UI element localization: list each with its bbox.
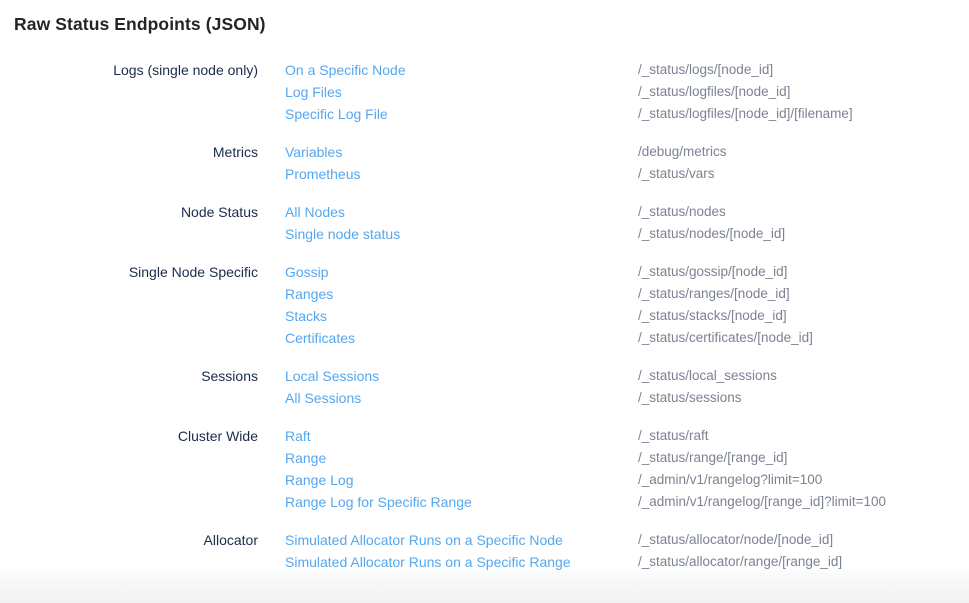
endpoint-group: Single Node Specific Gossip/_status/gossi… (0, 261, 969, 349)
endpoint-link[interactable]: Log Files (285, 81, 638, 103)
endpoint-path: /_status/ranges/[node_id] (638, 283, 790, 305)
category-label: Logs (single node only) (0, 59, 258, 125)
endpoint-link[interactable]: Single node status (285, 223, 638, 245)
endpoint-row: Stacks/_status/stacks/[node_id] (285, 305, 969, 327)
endpoint-row: Range Log for Specific Range/_admin/v1/r… (285, 491, 969, 513)
endpoint-rows: Variables/debug/metricsPrometheus/_statu… (285, 141, 969, 185)
category-label: Metrics (0, 141, 258, 185)
endpoint-row: Gossip/_status/gossip/[node_id] (285, 261, 969, 283)
endpoint-row: Certificates/_status/certificates/[node_… (285, 327, 969, 349)
category-label: Sessions (0, 365, 258, 409)
endpoint-path: /_status/stacks/[node_id] (638, 305, 787, 327)
endpoint-group: Cluster Wide Raft/_status/raftRange/_stat… (0, 425, 969, 513)
endpoint-link[interactable]: All Sessions (285, 387, 638, 409)
endpoint-row: All Nodes/_status/nodes (285, 201, 969, 223)
endpoint-path: /_status/local_sessions (638, 365, 777, 387)
endpoint-row: Log Files/_status/logfiles/[node_id] (285, 81, 969, 103)
endpoint-path: /_status/raft (638, 425, 709, 447)
endpoint-row: Specific Log File/_status/logfiles/[node… (285, 103, 969, 125)
endpoint-row: Range Log/_admin/v1/rangelog?limit=100 (285, 469, 969, 491)
endpoint-rows: Simulated Allocator Runs on a Specific N… (285, 529, 969, 573)
endpoint-row: Variables/debug/metrics (285, 141, 969, 163)
endpoint-link[interactable]: Range Log for Specific Range (285, 491, 638, 513)
endpoint-row: On a Specific Node/_status/logs/[node_id… (285, 59, 969, 81)
endpoint-path: /_status/certificates/[node_id] (638, 327, 813, 349)
endpoint-rows: Local Sessions/_status/local_sessionsAll… (285, 365, 969, 409)
endpoint-row: All Sessions/_status/sessions (285, 387, 969, 409)
page-title: Raw Status Endpoints (JSON) (14, 14, 969, 35)
endpoint-path: /debug/metrics (638, 141, 727, 163)
endpoint-link[interactable]: Simulated Allocator Runs on a Specific R… (285, 551, 638, 573)
endpoint-row: Raft/_status/raft (285, 425, 969, 447)
endpoint-link[interactable]: On a Specific Node (285, 59, 638, 81)
endpoint-link[interactable]: Certificates (285, 327, 638, 349)
endpoint-link[interactable]: Local Sessions (285, 365, 638, 387)
endpoint-link[interactable]: Specific Log File (285, 103, 638, 125)
endpoint-path: /_status/nodes (638, 201, 726, 223)
endpoint-path: /_status/vars (638, 163, 715, 185)
endpoint-link[interactable]: Simulated Allocator Runs on a Specific N… (285, 529, 638, 551)
endpoint-path: /_admin/v1/rangelog/[range_id]?limit=100 (638, 491, 886, 513)
endpoint-row: Single node status/_status/nodes/[node_i… (285, 223, 969, 245)
endpoint-link[interactable]: All Nodes (285, 201, 638, 223)
endpoint-link[interactable]: Raft (285, 425, 638, 447)
endpoint-group: Metrics Variables/debug/metricsPrometheus… (0, 141, 969, 185)
endpoint-row: Local Sessions/_status/local_sessions (285, 365, 969, 387)
category-label: Node Status (0, 201, 258, 245)
endpoint-path: /_status/gossip/[node_id] (638, 261, 787, 283)
endpoint-path: /_status/range/[range_id] (638, 447, 787, 469)
endpoint-row: Ranges/_status/ranges/[node_id] (285, 283, 969, 305)
endpoint-path: /_status/logs/[node_id] (638, 59, 773, 81)
raw-status-endpoints-page: Raw Status Endpoints (JSON) Logs (single… (0, 0, 969, 564)
endpoint-row: Prometheus/_status/vars (285, 163, 969, 185)
endpoint-rows: Gossip/_status/gossip/[node_id]Ranges/_s… (285, 261, 969, 349)
endpoint-group: Sessions Local Sessions/_status/local_ses… (0, 365, 969, 409)
endpoint-path: /_status/sessions (638, 387, 742, 409)
endpoint-groups: Logs (single node only) On a Specific Nod… (0, 59, 969, 573)
endpoint-link[interactable]: Ranges (285, 283, 638, 305)
endpoint-rows: Raft/_status/raftRange/_status/range/[ra… (285, 425, 969, 513)
endpoint-group: Node Status All Nodes/_status/nodesSingle… (0, 201, 969, 245)
endpoint-rows: On a Specific Node/_status/logs/[node_id… (285, 59, 969, 125)
endpoint-path: /_status/logfiles/[node_id] (638, 81, 790, 103)
endpoint-link[interactable]: Range (285, 447, 638, 469)
endpoint-row: Simulated Allocator Runs on a Specific N… (285, 529, 969, 551)
endpoint-link[interactable]: Stacks (285, 305, 638, 327)
category-label: Allocator (0, 529, 258, 573)
endpoint-group: Logs (single node only) On a Specific Nod… (0, 59, 969, 125)
endpoint-link[interactable]: Prometheus (285, 163, 638, 185)
category-label: Cluster Wide (0, 425, 258, 513)
endpoint-group: Allocator Simulated Allocator Runs on a S… (0, 529, 969, 573)
endpoint-rows: All Nodes/_status/nodesSingle node statu… (285, 201, 969, 245)
endpoint-link[interactable]: Variables (285, 141, 638, 163)
endpoint-path: /_status/allocator/node/[node_id] (638, 529, 833, 551)
endpoint-link[interactable]: Range Log (285, 469, 638, 491)
endpoint-row: Simulated Allocator Runs on a Specific R… (285, 551, 969, 573)
endpoint-path: /_admin/v1/rangelog?limit=100 (638, 469, 822, 491)
endpoint-path: /_status/nodes/[node_id] (638, 223, 785, 245)
endpoint-row: Range/_status/range/[range_id] (285, 447, 969, 469)
endpoint-path: /_status/logfiles/[node_id]/[filename] (638, 103, 853, 125)
endpoint-path: /_status/allocator/range/[range_id] (638, 551, 842, 573)
endpoint-link[interactable]: Gossip (285, 261, 638, 283)
category-label: Single Node Specific (0, 261, 258, 349)
